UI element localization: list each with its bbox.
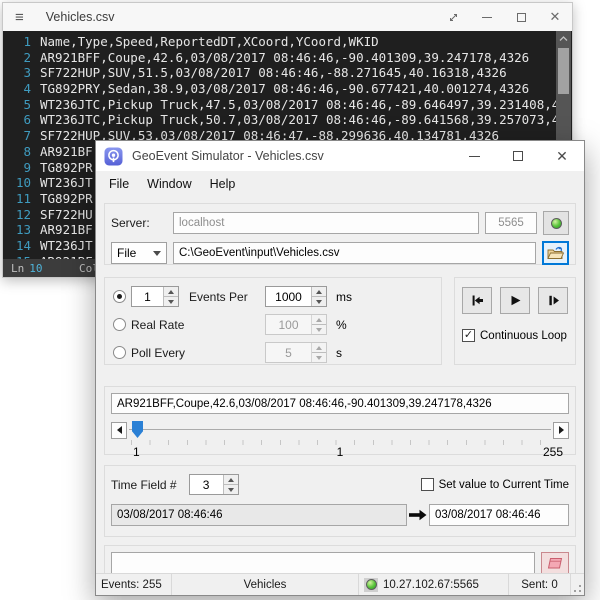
connection-orb-icon — [551, 218, 562, 229]
editor-line: 6WT236JTC,Pickup Truck,50.7,03/08/2017 0… — [3, 112, 556, 128]
menu-window[interactable]: Window — [138, 174, 200, 195]
skip-start-icon — [470, 293, 485, 308]
left-arrow-icon — [117, 426, 122, 434]
connection-orb-icon — [366, 579, 377, 590]
server-port-field[interactable]: 5565 — [485, 212, 537, 234]
maximize-icon[interactable] — [496, 141, 540, 171]
editor-line: 2AR921BFF,Coupe,42.6,03/08/2017 08:46:46… — [3, 50, 556, 66]
spinner-buttons[interactable] — [163, 287, 178, 306]
editor-line: 4TG892PRY,Sedan,38.9,03/08/2017 08:46:46… — [3, 81, 556, 97]
slider-current-label: 1 — [337, 445, 344, 459]
real-rate-label: Real Rate — [131, 318, 265, 332]
real-rate-spinner: 100 — [265, 314, 327, 335]
continuous-loop-checkbox[interactable]: ✓ — [462, 329, 475, 342]
continuous-loop-label: Continuous Loop — [480, 330, 567, 342]
current-event-field[interactable]: AR921BFF,Coupe,42.6,03/08/2017 08:46:46,… — [111, 393, 569, 414]
step-forward-icon — [546, 293, 561, 308]
time-field-spinner[interactable]: 3 — [189, 474, 239, 495]
skip-to-start-button[interactable] — [462, 287, 492, 314]
real-rate-radio[interactable] — [113, 318, 126, 331]
editor-titlebar: ≡ Vehicles.csv ✕ — [3, 3, 572, 31]
spinner-buttons[interactable] — [311, 287, 326, 306]
open-folder-icon — [547, 246, 564, 260]
menu-help[interactable]: Help — [201, 174, 245, 195]
resize-grip[interactable] — [571, 574, 584, 595]
event-slider-group: AR921BFF,Coupe,42.6,03/08/2017 08:46:46,… — [104, 386, 576, 455]
maximize-icon[interactable] — [504, 3, 538, 31]
poll-spinner: 5 — [265, 342, 327, 363]
server-label: Server: — [111, 216, 173, 230]
compact-overlay-icon[interactable] — [436, 3, 470, 31]
file-path-field[interactable]: C:\GeoEvent\input\Vehicles.csv — [173, 242, 536, 264]
eraser-icon — [546, 557, 564, 570]
minimize-icon[interactable] — [452, 141, 496, 171]
simulator-titlebar: GeoEvent Simulator - Vehicles.csv ✕ — [96, 141, 584, 171]
slider-min-label: 1 — [133, 445, 140, 459]
editor-line: 5WT236JTC,Pickup Truck,47.5,03/08/2017 0… — [3, 97, 556, 113]
simulator-statusbar: Events: 255 Vehicles 10.27.102.67:5565 S… — [96, 573, 584, 595]
rate-group: 1 Events Per 1000 ms Real Rate 100 % — [104, 277, 442, 365]
scrollbar-thumb[interactable] — [558, 48, 569, 94]
event-slider[interactable] — [129, 421, 551, 439]
hamburger-menu-icon[interactable]: ≡ — [15, 10, 24, 25]
set-current-time-label: Set value to Current Time — [439, 479, 569, 491]
play-button[interactable] — [500, 287, 530, 314]
play-icon — [508, 293, 523, 308]
feed-name-status: Vehicles — [172, 574, 359, 595]
editor-line: 1Name,Type,Speed,ReportedDT,XCoord,YCoor… — [3, 34, 556, 50]
poll-every-radio[interactable] — [113, 346, 126, 359]
step-forward-button[interactable] — [538, 287, 568, 314]
slider-right-button[interactable] — [553, 422, 569, 439]
slider-left-button[interactable] — [111, 422, 127, 439]
minimize-icon[interactable] — [470, 3, 504, 31]
poll-every-label: Poll Every — [131, 346, 265, 360]
simulator-window: GeoEvent Simulator - Vehicles.csv ✕ File… — [95, 140, 585, 596]
percent-unit-label: % — [336, 318, 433, 332]
source-type-dropdown[interactable]: File — [111, 242, 167, 264]
scroll-up-icon[interactable] — [556, 31, 571, 46]
close-icon[interactable]: ✕ — [540, 141, 584, 171]
time-to-field[interactable]: 03/08/2017 08:46:46 — [429, 504, 569, 526]
events-count-status: Events: 255 — [96, 574, 172, 595]
menubar: File Window Help — [96, 171, 584, 198]
events-per-label: Events Per — [189, 290, 248, 304]
close-icon[interactable]: ✕ — [538, 3, 572, 31]
slider-max-label: 255 — [543, 445, 563, 459]
browse-file-button[interactable] — [542, 241, 569, 265]
events-interval-spinner[interactable]: 1000 — [265, 286, 327, 307]
right-arrow-icon — [559, 426, 564, 434]
simulator-title: GeoEvent Simulator - Vehicles.csv — [132, 149, 324, 163]
events-per-radio[interactable] — [113, 290, 126, 303]
chevron-down-icon — [153, 251, 161, 256]
spinner-buttons[interactable] — [223, 475, 238, 494]
set-current-time-checkbox[interactable] — [421, 478, 434, 491]
connection-group: Server: localhost 5565 File C:\GeoEvent\… — [104, 203, 576, 265]
time-from-field[interactable]: 03/08/2017 08:46:46 — [111, 504, 407, 526]
connect-button[interactable] — [543, 211, 569, 235]
slider-thumb[interactable] — [132, 421, 143, 438]
slider-track[interactable] — [129, 429, 551, 430]
endpoint-status: 10.27.102.67:5565 — [359, 574, 509, 595]
playback-group: ✓ Continuous Loop — [454, 277, 576, 365]
seconds-unit-label: s — [336, 346, 433, 360]
progress-field — [111, 552, 535, 574]
editor-title: Vehicles.csv — [46, 10, 115, 24]
sent-count-status: Sent: 0 — [509, 574, 571, 595]
ms-unit-label: ms — [336, 290, 433, 304]
events-count-spinner[interactable]: 1 — [131, 286, 179, 307]
menu-file[interactable]: File — [100, 174, 138, 195]
server-host-field[interactable]: localhost — [173, 212, 479, 234]
time-group: Time Field # 3 Set value to Current Time… — [104, 465, 576, 537]
editor-line: 3SF722HUP,SUV,51.5,03/08/2017 08:46:46,-… — [3, 65, 556, 81]
arrow-right-icon — [407, 509, 429, 521]
time-field-label: Time Field # — [111, 478, 177, 492]
geoevent-logo-icon — [104, 147, 123, 166]
clear-button[interactable] — [541, 552, 569, 575]
